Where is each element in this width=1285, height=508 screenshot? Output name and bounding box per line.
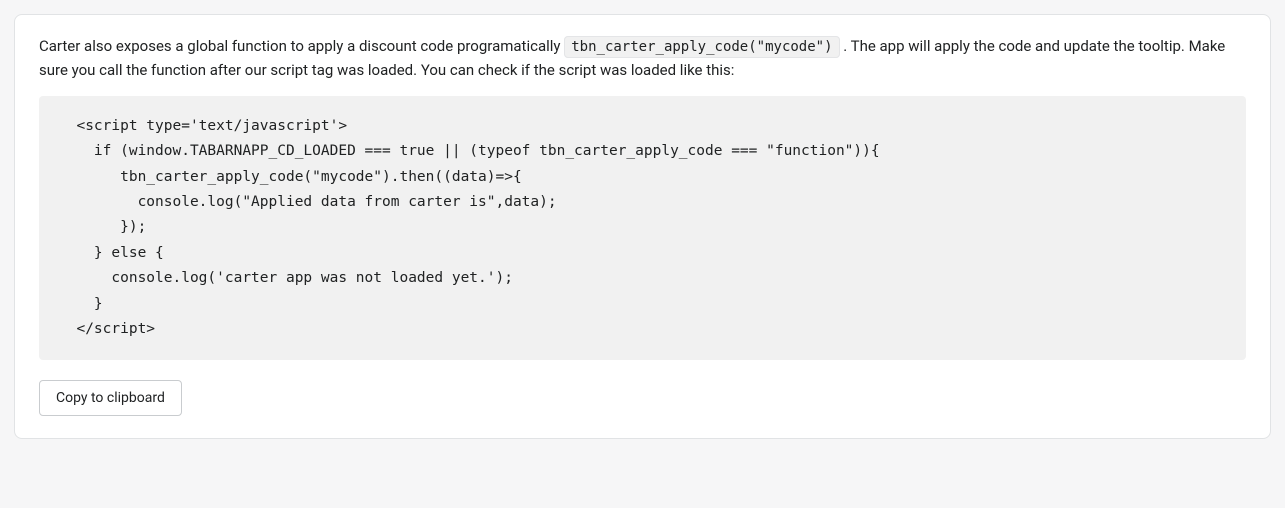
description-paragraph: Carter also exposes a global function to… bbox=[39, 35, 1246, 82]
documentation-card: Carter also exposes a global function to… bbox=[14, 14, 1271, 439]
inline-code-snippet: tbn_carter_apply_code("mycode") bbox=[564, 36, 839, 58]
code-block[interactable]: <script type='text/javascript'> if (wind… bbox=[39, 96, 1246, 360]
description-text-before: Carter also exposes a global function to… bbox=[39, 37, 564, 55]
copy-to-clipboard-button[interactable]: Copy to clipboard bbox=[39, 380, 182, 416]
